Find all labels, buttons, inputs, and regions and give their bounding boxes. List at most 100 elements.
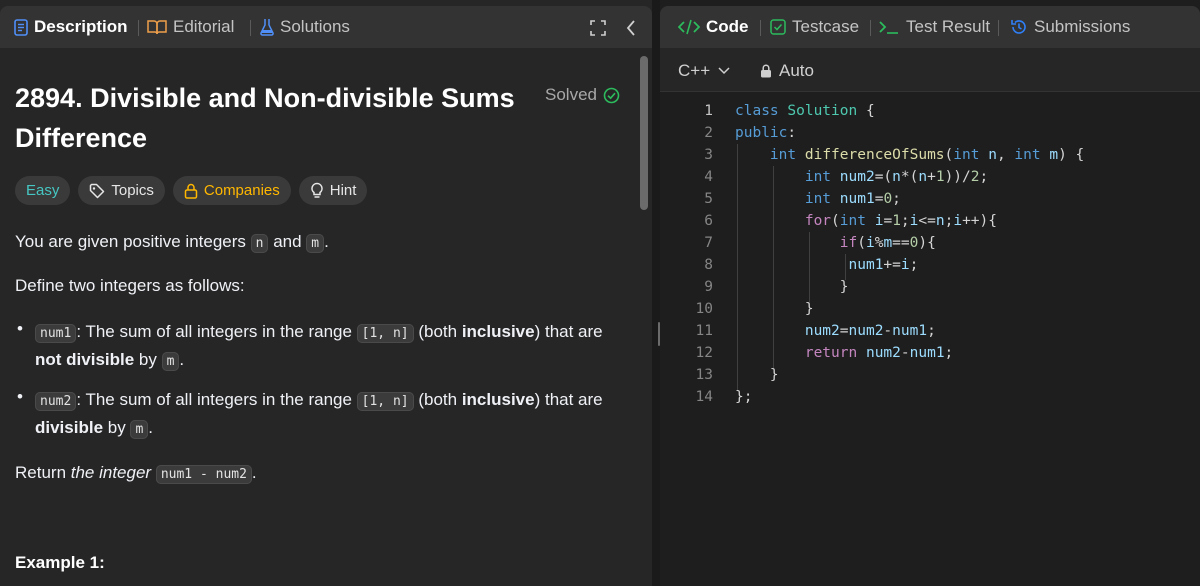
line-number: 12 bbox=[695, 345, 713, 361]
code-line: 1 class Solution { bbox=[660, 100, 1200, 122]
tab-editorial[interactable]: Editorial bbox=[147, 6, 234, 48]
line-number: 9 bbox=[704, 279, 713, 295]
inline-code-m: m bbox=[306, 234, 325, 253]
tab-description-label: Description bbox=[34, 17, 128, 36]
code-line: 12 return num2-num1; bbox=[660, 342, 1200, 364]
tab-code[interactable]: Code bbox=[678, 6, 749, 48]
difficulty-badge: Easy bbox=[15, 176, 71, 205]
collapse-chevron-left-icon[interactable] bbox=[626, 19, 636, 37]
return-italic: the integer bbox=[70, 463, 152, 482]
tab-submissions-label: Submissions bbox=[1034, 17, 1131, 36]
topics-label: Topics bbox=[111, 182, 154, 199]
bold-text: inclusive bbox=[461, 322, 535, 341]
tab-test-result-label: Test Result bbox=[906, 17, 991, 36]
description-scrollbar[interactable] bbox=[640, 56, 648, 210]
chevron-down-icon bbox=[718, 67, 730, 75]
line-number: 13 bbox=[695, 367, 713, 383]
inline-code-diff: num1 - num2 bbox=[155, 465, 252, 484]
description-tab-bar: Description Editorial Solutions bbox=[0, 6, 652, 48]
tab-testcase-label: Testcase bbox=[792, 17, 860, 36]
line-number: 2 bbox=[704, 125, 713, 141]
lock-icon bbox=[184, 183, 198, 199]
lock-icon bbox=[761, 64, 771, 78]
code-line: 6 for(int i=1;i<=n;i++){ bbox=[660, 210, 1200, 232]
define-text: Define two integers as follows: bbox=[15, 276, 245, 295]
code-line: 2 public: bbox=[660, 122, 1200, 144]
bullet-text: : The sum of all integers in the range bbox=[76, 322, 357, 341]
code-line: 8 num1+=i; bbox=[660, 254, 1200, 276]
tab-code-label: Code bbox=[706, 17, 749, 36]
solved-label: Solved bbox=[545, 85, 597, 104]
code-line: 10 } bbox=[660, 298, 1200, 320]
return-plain: Return bbox=[15, 463, 71, 482]
tab-solutions[interactable]: Solutions bbox=[260, 6, 350, 48]
companies-button[interactable]: Companies bbox=[172, 176, 291, 205]
lightbulb-icon bbox=[311, 182, 323, 198]
bullet-text: . bbox=[179, 350, 185, 369]
problem-intro: You are given positive integers n and m. bbox=[15, 229, 329, 257]
problem-chips: Easy Topics Companies Hint bbox=[15, 176, 368, 205]
hint-button[interactable]: Hint bbox=[298, 176, 368, 205]
terminal-icon bbox=[879, 21, 898, 34]
tab-separator bbox=[138, 20, 139, 36]
line-number: 7 bbox=[704, 235, 713, 251]
inline-code-m: m bbox=[130, 420, 149, 439]
solved-status: Solved bbox=[545, 85, 620, 105]
tab-solutions-label: Solutions bbox=[280, 17, 350, 36]
panel-divider[interactable] bbox=[652, 0, 660, 586]
return-plain: . bbox=[251, 463, 257, 482]
bold-text: not divisible bbox=[35, 350, 135, 369]
code-editor[interactable]: 1 class Solution { 2 public: 3 int differe… bbox=[660, 96, 1200, 586]
inline-code-num1: num1 bbox=[35, 324, 77, 343]
code-line: 11 num2=num2-num1; bbox=[660, 320, 1200, 342]
tab-separator bbox=[250, 20, 251, 36]
code-tab-bar: Code Testcase Test Result Submissions bbox=[660, 6, 1200, 48]
line-number: 3 bbox=[704, 147, 713, 163]
line-number: 10 bbox=[695, 301, 713, 317]
auto-mode-indicator[interactable]: Auto bbox=[760, 61, 814, 81]
inline-code-n: n bbox=[250, 234, 269, 253]
bullet-text: ) that are bbox=[534, 322, 603, 341]
tab-editorial-label: Editorial bbox=[173, 17, 235, 36]
tab-description[interactable]: Description bbox=[14, 6, 128, 48]
check-circle-icon bbox=[603, 87, 620, 103]
tag-icon bbox=[90, 183, 105, 198]
inline-code-num2: num2 bbox=[35, 392, 77, 411]
editor-toolbar: C++ Auto bbox=[660, 48, 1200, 92]
language-selector[interactable]: C++ bbox=[678, 61, 730, 81]
problem-title: 2894. Divisible and Non-divisible Sums D… bbox=[15, 83, 515, 153]
code-line: 5 int num1=0; bbox=[660, 188, 1200, 210]
tab-submissions[interactable]: Submissions bbox=[1010, 6, 1130, 48]
code-line: 7 if(i%m==0){ bbox=[660, 232, 1200, 254]
bullet-text: (both bbox=[413, 390, 462, 409]
intro-text: . bbox=[324, 232, 329, 251]
line-number: 8 bbox=[704, 257, 713, 273]
bullet-text: ) that are bbox=[534, 390, 603, 409]
bullet-text: . bbox=[148, 418, 153, 437]
bullet-num2: num2: The sum of all integers in the ran… bbox=[35, 387, 610, 443]
line-number: 11 bbox=[695, 323, 713, 339]
bold-text: inclusive bbox=[461, 390, 535, 409]
code-brackets-icon bbox=[678, 19, 700, 35]
bullet-text: by bbox=[103, 418, 131, 437]
fullscreen-icon[interactable] bbox=[590, 20, 606, 36]
language-label: C++ bbox=[678, 61, 711, 80]
bullet-dot: • bbox=[17, 387, 23, 406]
companies-label: Companies bbox=[203, 182, 280, 199]
inline-code-range: [1, n] bbox=[356, 324, 414, 343]
tab-testcase[interactable]: Testcase bbox=[770, 6, 859, 48]
line-number: 5 bbox=[704, 191, 713, 207]
checkbox-icon bbox=[770, 19, 786, 35]
line-number: 6 bbox=[704, 213, 713, 229]
code-line: 14}; bbox=[660, 386, 1200, 408]
flask-icon bbox=[260, 19, 274, 36]
example-heading: Example 1: bbox=[15, 553, 105, 572]
topics-button[interactable]: Topics bbox=[78, 176, 165, 205]
intro-text: You are given positive integers bbox=[15, 232, 251, 251]
tab-test-result[interactable]: Test Result bbox=[878, 6, 990, 48]
bold-text: divisible bbox=[35, 418, 104, 437]
bullet-dot: • bbox=[17, 319, 23, 338]
auto-label: Auto bbox=[779, 61, 814, 80]
bullet-text: : The sum of all integers in the range bbox=[76, 390, 357, 409]
line-number: 4 bbox=[704, 169, 713, 185]
